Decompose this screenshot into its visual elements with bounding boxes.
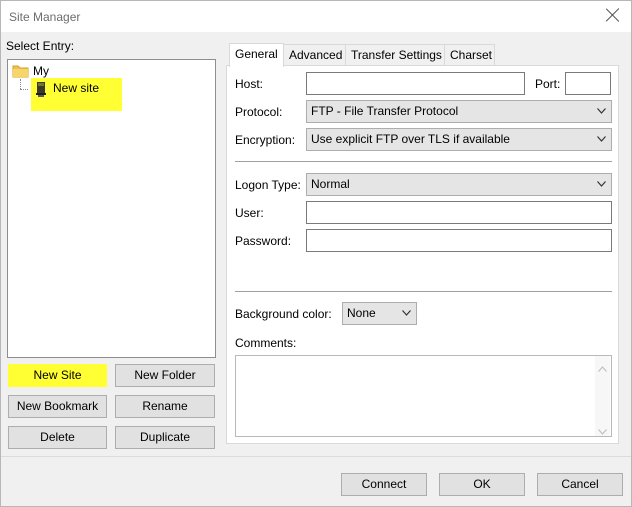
protocol-label: Protocol: xyxy=(235,105,283,119)
connect-button[interactable]: Connect xyxy=(341,473,427,496)
protocol-select[interactable]: FTP - File Transfer Protocol xyxy=(306,100,612,123)
tab-advanced[interactable]: Advanced xyxy=(283,44,346,66)
cancel-button[interactable]: Cancel xyxy=(537,473,623,496)
host-label: Host: xyxy=(235,77,264,91)
new-folder-button[interactable]: New Folder xyxy=(115,364,215,387)
tab-charset[interactable]: Charset xyxy=(444,44,495,66)
scroll-up-icon[interactable] xyxy=(598,361,607,375)
chevron-down-icon xyxy=(402,310,411,318)
password-label: Password: xyxy=(235,234,292,248)
site-tree[interactable]: My Sites New site xyxy=(7,59,216,358)
new-bookmark-button[interactable]: New Bookmark xyxy=(8,395,107,418)
background-color-value: None xyxy=(347,306,376,320)
tree-connector xyxy=(20,79,21,89)
tab-general[interactable]: General xyxy=(229,43,284,67)
duplicate-button[interactable]: Duplicate xyxy=(115,426,215,449)
logon-type-select[interactable]: Normal xyxy=(306,173,612,196)
select-entry-label: Select Entry: xyxy=(6,39,75,53)
separator xyxy=(235,161,612,162)
comments-textarea[interactable] xyxy=(235,355,612,437)
rename-button[interactable]: Rename xyxy=(115,395,215,418)
chevron-down-icon xyxy=(597,136,606,144)
tree-connector xyxy=(20,89,28,90)
protocol-value: FTP - File Transfer Protocol xyxy=(311,104,459,118)
title-bar: Site Manager xyxy=(1,1,631,32)
user-input[interactable] xyxy=(306,201,612,224)
password-input[interactable] xyxy=(306,229,612,252)
delete-button[interactable]: Delete xyxy=(8,426,107,449)
background-color-label: Background color: xyxy=(235,307,332,321)
logon-type-value: Normal xyxy=(311,177,350,191)
server-icon xyxy=(35,81,47,101)
encryption-value: Use explicit FTP over TLS if available xyxy=(311,132,510,146)
comments-label: Comments: xyxy=(235,336,297,350)
port-input[interactable] xyxy=(565,72,611,95)
chevron-down-icon xyxy=(597,108,606,116)
ok-button[interactable]: OK xyxy=(439,473,525,496)
close-icon[interactable] xyxy=(605,7,621,23)
tab-transfer-settings[interactable]: Transfer Settings xyxy=(345,44,445,66)
chevron-down-icon xyxy=(597,181,606,189)
separator xyxy=(235,291,612,292)
tree-item-label: New site xyxy=(53,81,100,95)
user-label: User: xyxy=(235,206,264,220)
host-input[interactable] xyxy=(306,72,525,95)
tree-item-new-site[interactable]: New site xyxy=(31,78,122,111)
encryption-select[interactable]: Use explicit FTP over TLS if available xyxy=(306,128,612,151)
general-panel: Host: Port: Protocol: FTP - File Transfe… xyxy=(226,65,619,444)
site-manager-window: Site Manager Select Entry: My Sites xyxy=(0,0,632,507)
window-title: Site Manager xyxy=(9,10,81,24)
logon-type-label: Logon Type: xyxy=(235,178,301,192)
new-site-button[interactable]: New Site xyxy=(8,364,107,387)
encryption-label: Encryption: xyxy=(235,133,296,147)
comments-scrollbar[interactable] xyxy=(595,356,610,436)
port-label: Port: xyxy=(535,77,561,91)
scroll-down-icon[interactable] xyxy=(598,424,607,438)
background-color-select[interactable]: None xyxy=(342,302,417,325)
